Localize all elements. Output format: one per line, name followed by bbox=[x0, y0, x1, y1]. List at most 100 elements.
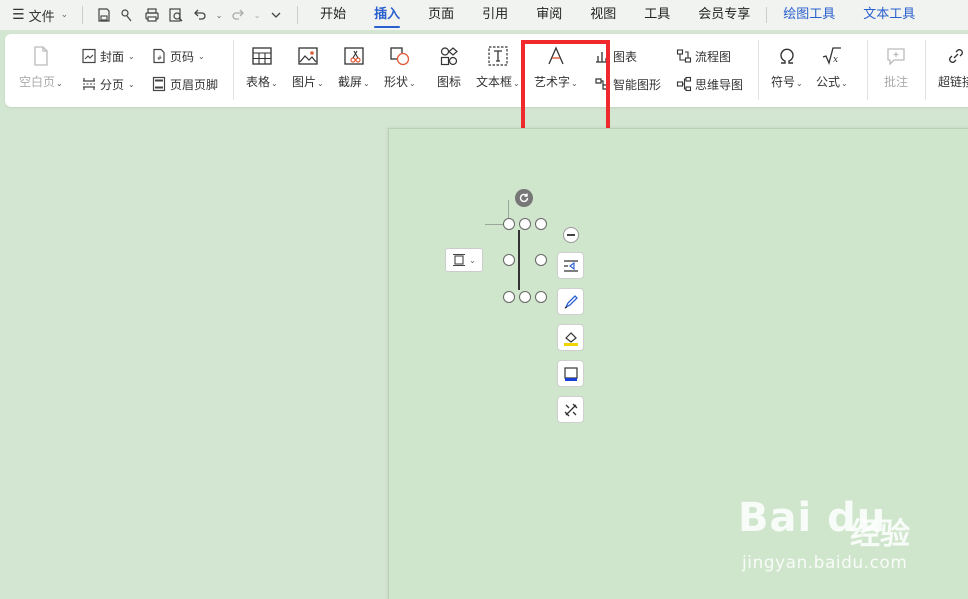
chevron-down-icon: ⌄ bbox=[56, 79, 63, 88]
tab-view[interactable]: 视图 bbox=[576, 0, 630, 30]
ribbon-tabs: 开始 插入 页面 引用 审阅 视图 工具 会员专享 绘图工具 文本工具 bbox=[306, 0, 929, 30]
tab-references[interactable]: 引用 bbox=[468, 0, 522, 30]
collapse-toolbar-button[interactable] bbox=[563, 227, 579, 243]
pen-icon bbox=[564, 294, 578, 309]
chevron-down-icon: ⌄ bbox=[317, 79, 324, 88]
fill-color-button[interactable] bbox=[557, 324, 584, 351]
omega-icon bbox=[774, 43, 800, 69]
icons-icon bbox=[436, 43, 462, 69]
tab-home[interactable]: 开始 bbox=[306, 0, 360, 30]
divider bbox=[758, 40, 759, 100]
more-quick-access-icon[interactable] bbox=[265, 4, 287, 26]
hyperlink-button[interactable]: 超链接 bbox=[938, 43, 968, 90]
shape-style-button[interactable] bbox=[557, 360, 584, 387]
file-menu[interactable]: ☰ 文件 ⌄ bbox=[8, 6, 72, 25]
divider bbox=[233, 40, 234, 100]
tab-tools[interactable]: 工具 bbox=[630, 0, 684, 30]
mindmap-label: 思维导图 bbox=[695, 77, 744, 92]
undo-icon[interactable] bbox=[189, 4, 211, 26]
flowchart-icon bbox=[676, 49, 692, 63]
screenshot-button[interactable]: 截屏⌄ bbox=[338, 43, 370, 90]
comment-button[interactable]: 批注 bbox=[883, 43, 909, 90]
resize-handle-right[interactable] bbox=[535, 254, 547, 266]
resize-handle-bottom[interactable] bbox=[519, 291, 531, 303]
wrap-text-icon bbox=[563, 259, 578, 272]
resize-handle-top[interactable] bbox=[519, 218, 531, 230]
chevron-down-icon: ⌄ bbox=[128, 51, 135, 61]
formula-button[interactable]: x 公式⌄ bbox=[816, 43, 848, 90]
header-footer-button[interactable]: 页眉页脚 bbox=[151, 74, 218, 94]
save-icon[interactable] bbox=[93, 4, 115, 26]
paint-bucket-icon bbox=[563, 331, 578, 346]
scissors-icon bbox=[341, 43, 367, 69]
flowchart-label: 流程图 bbox=[695, 49, 732, 64]
tab-text-tools[interactable]: 文本工具 bbox=[849, 0, 929, 30]
tab-insert[interactable]: 插入 bbox=[360, 0, 414, 30]
print-icon[interactable] bbox=[141, 4, 163, 26]
page-number-button[interactable]: # 页码 ⌄ bbox=[151, 46, 205, 66]
cover-icon bbox=[82, 48, 96, 64]
resize-handle-top-left[interactable] bbox=[503, 218, 515, 230]
resize-handle-bottom-right[interactable] bbox=[535, 291, 547, 303]
tools-icon bbox=[564, 403, 577, 416]
page-break-button[interactable]: 分页 ⌄ bbox=[81, 74, 135, 94]
resize-handle-top-right[interactable] bbox=[535, 218, 547, 230]
redo-dropdown-icon[interactable]: ⌄ bbox=[251, 4, 263, 26]
table-button[interactable]: 表格⌄ bbox=[246, 43, 278, 90]
header-footer-icon bbox=[152, 76, 166, 92]
picture-label: 图片 bbox=[292, 75, 317, 89]
resize-handle-bottom-left[interactable] bbox=[503, 291, 515, 303]
tab-page[interactable]: 页面 bbox=[414, 0, 468, 30]
link-icon bbox=[943, 43, 968, 69]
cover-label: 封面 bbox=[100, 49, 125, 64]
mindmap-button[interactable]: 思维导图 bbox=[676, 74, 743, 94]
blank-page-button[interactable]: 空白页⌄ bbox=[19, 43, 63, 90]
table-label: 表格 bbox=[246, 75, 271, 89]
page-number-label: 页码 bbox=[170, 49, 195, 64]
redo-icon[interactable] bbox=[227, 4, 249, 26]
outline-color-button[interactable] bbox=[557, 288, 584, 315]
header-footer-label: 页眉页脚 bbox=[170, 77, 219, 92]
selected-line-shape[interactable] bbox=[518, 230, 520, 290]
divider bbox=[867, 40, 868, 100]
format-tools-button[interactable] bbox=[557, 396, 584, 423]
highlight-box bbox=[521, 40, 610, 137]
file-menu-label: 文件 bbox=[28, 9, 55, 25]
print-preview-icon[interactable] bbox=[165, 4, 187, 26]
formula-label: 公式 bbox=[816, 75, 841, 89]
output-pdf-icon[interactable] bbox=[117, 4, 139, 26]
picture-button[interactable]: 图片⌄ bbox=[292, 43, 324, 90]
menu-icon: ☰ bbox=[12, 7, 25, 23]
wrap-text-button[interactable] bbox=[557, 252, 584, 279]
menubar: ☰ 文件 ⌄ ⌄ ⌄ 开始 插入 页面 引用 审阅 视图 工具 会员专享 绘图工… bbox=[0, 0, 968, 30]
chevron-down-icon: ⌄ bbox=[128, 79, 135, 89]
cover-button[interactable]: 封面 ⌄ bbox=[81, 46, 135, 66]
page-break-icon bbox=[83, 78, 95, 90]
table-icon bbox=[249, 43, 275, 69]
chevron-down-icon: ⌄ bbox=[841, 79, 848, 88]
chart-label: 图表 bbox=[613, 49, 638, 64]
page-break-label: 分页 bbox=[100, 77, 125, 92]
divider bbox=[766, 7, 768, 23]
textbox-icon bbox=[485, 43, 511, 69]
sqrt-icon: x bbox=[819, 43, 845, 69]
screenshot-label: 截屏 bbox=[338, 75, 363, 89]
flowchart-button[interactable]: 流程图 bbox=[676, 46, 731, 66]
resize-handle-left[interactable] bbox=[503, 254, 515, 266]
tab-member[interactable]: 会员专享 bbox=[684, 0, 764, 30]
chevron-down-icon: ⌄ bbox=[469, 255, 476, 265]
blank-page-icon bbox=[28, 43, 54, 69]
textbox-button[interactable]: 文本框⌄ bbox=[476, 43, 520, 90]
tab-review[interactable]: 审阅 bbox=[522, 0, 576, 30]
textbox-label: 文本框 bbox=[476, 75, 513, 89]
icon-button[interactable]: 图标 bbox=[436, 43, 462, 90]
shape-button[interactable]: 形状⌄ bbox=[384, 43, 416, 90]
chevron-down-icon: ⌄ bbox=[271, 79, 278, 88]
svg-text:#: # bbox=[157, 55, 162, 62]
rotate-handle[interactable] bbox=[515, 189, 533, 207]
layout-options-button[interactable]: ⌄ bbox=[445, 248, 483, 272]
undo-dropdown-icon[interactable]: ⌄ bbox=[213, 4, 225, 26]
symbol-button[interactable]: 符号⌄ bbox=[771, 43, 803, 90]
tab-drawing-tools[interactable]: 绘图工具 bbox=[769, 0, 849, 30]
chevron-down-icon: ⌄ bbox=[363, 79, 370, 88]
